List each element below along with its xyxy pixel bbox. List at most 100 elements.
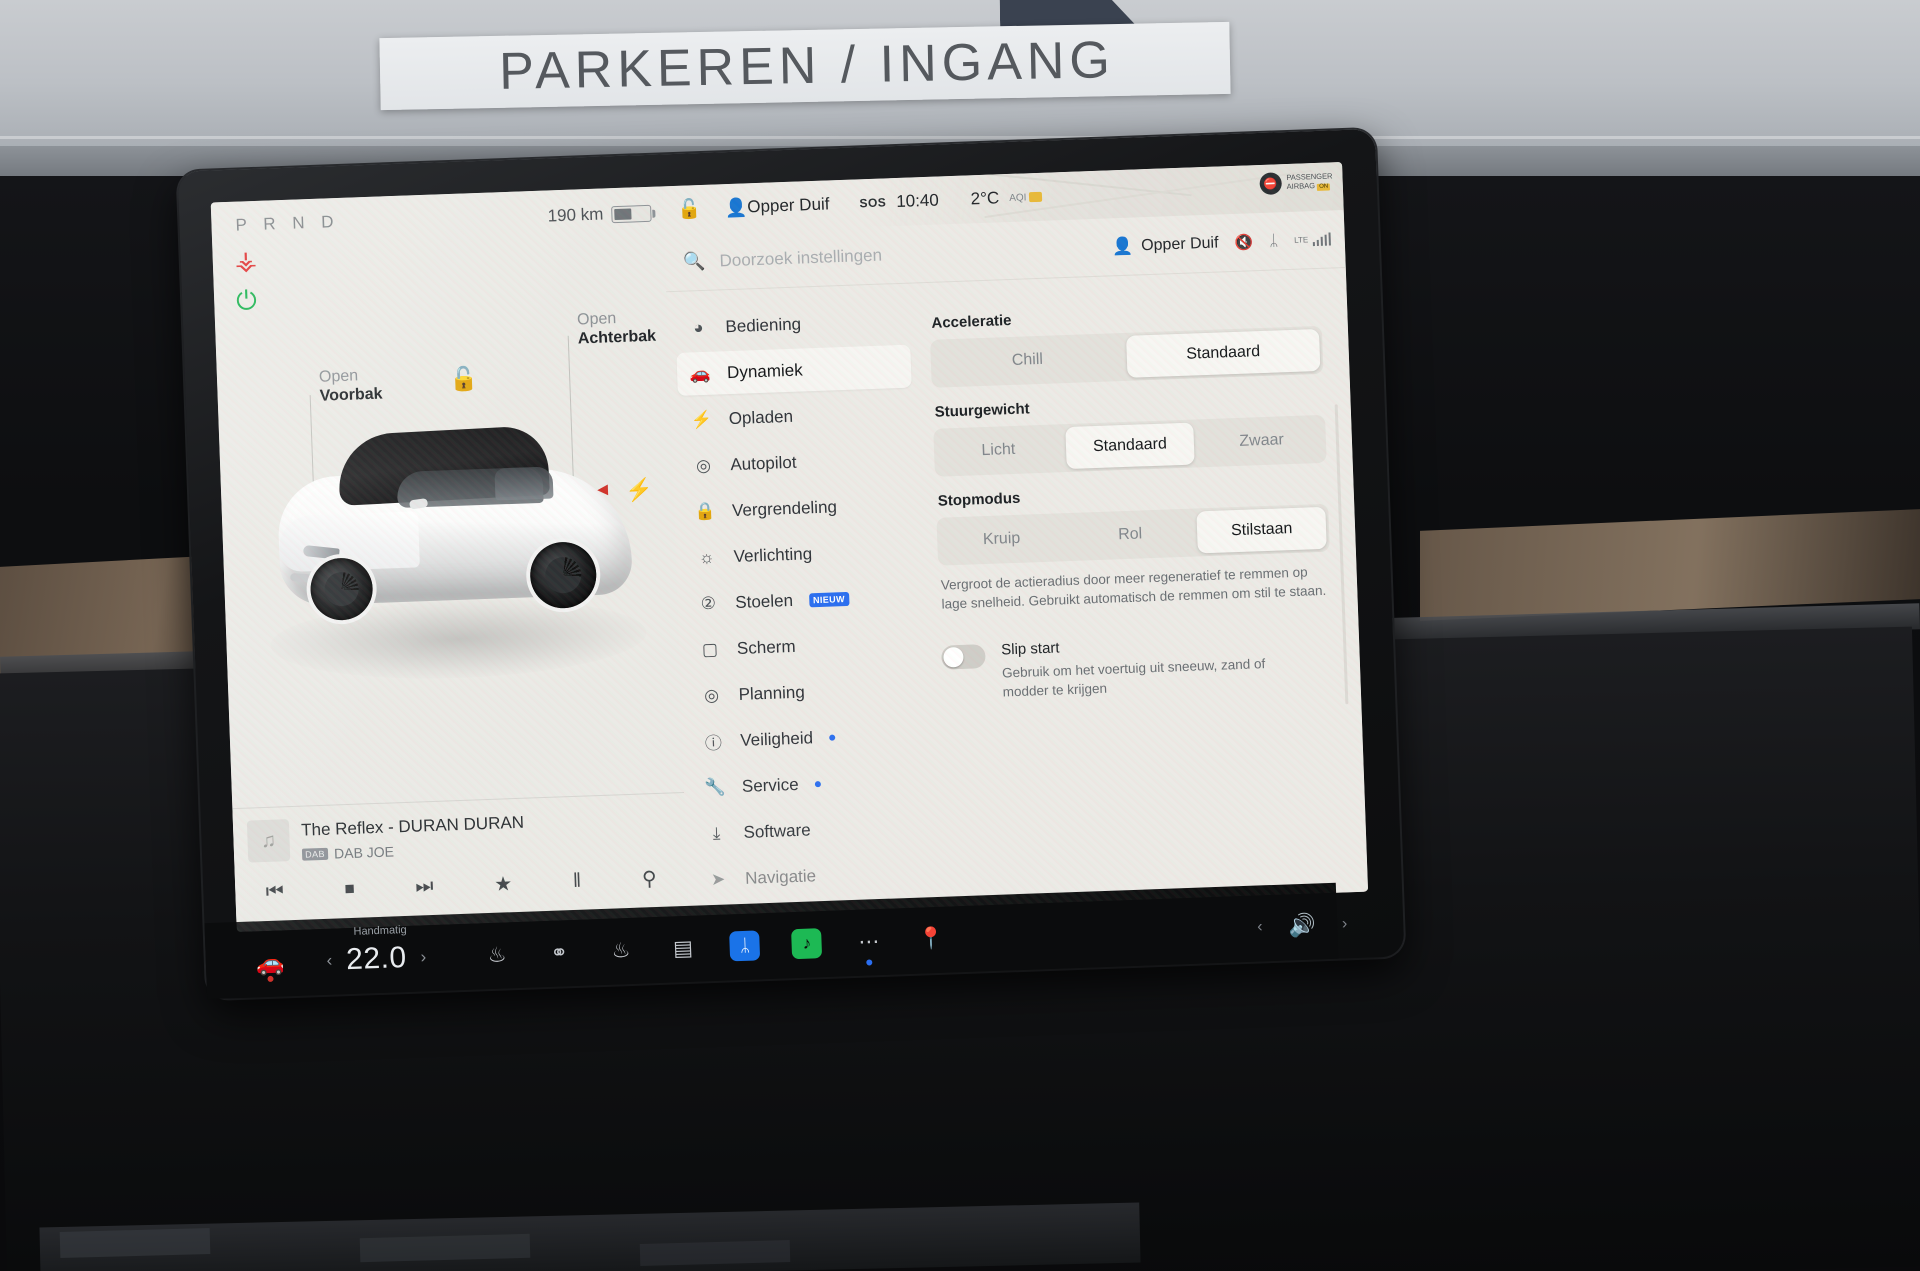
status-icons-group: 🔇 ᛦ LTE bbox=[1234, 230, 1331, 251]
search-input[interactable] bbox=[719, 236, 1113, 271]
menu-item-autopilot[interactable]: ◎ Autopilot bbox=[680, 437, 915, 488]
menu-item-verlichting[interactable]: ☼ Verlichting bbox=[683, 528, 918, 579]
settings-detail-pane: Acceleratie Chill Standaard Stuurgewicht… bbox=[916, 274, 1358, 907]
bluetooth-app-icon[interactable]: ᛦ bbox=[713, 930, 776, 962]
menu-label-bediening: Bediening bbox=[725, 313, 802, 336]
favorite-button[interactable]: ★ bbox=[494, 871, 513, 897]
display-icon: ▢ bbox=[701, 639, 719, 659]
steering-option-licht[interactable]: Licht bbox=[933, 424, 1063, 477]
temperature-increase-button[interactable]: › bbox=[420, 947, 426, 967]
stopping-option-kruip[interactable]: Kruip bbox=[936, 513, 1066, 566]
seatbelt-warning-icon: ⚶ bbox=[234, 244, 258, 276]
slip-start-title: Slip start bbox=[1000, 639, 1060, 659]
spotify-app-icon[interactable]: ♪ bbox=[775, 928, 838, 960]
steering-heater-icon[interactable]: ⚭ bbox=[528, 939, 591, 966]
update-dot bbox=[828, 734, 836, 741]
menu-item-planning[interactable]: ◎ Planning bbox=[688, 666, 923, 717]
slip-start-description: Gebruik om het voertuig uit sneeuw, zand… bbox=[1001, 656, 1266, 700]
vehicle-controls-icon[interactable]: 🚗 bbox=[255, 949, 285, 982]
aqi-chip bbox=[1029, 191, 1043, 203]
slip-start-text: Slip start Gebruik om het voertuig uit s… bbox=[1001, 631, 1303, 702]
previous-track-button[interactable]: ⏮ bbox=[265, 880, 284, 904]
slip-start-row: Slip start Gebruik om het voertuig uit s… bbox=[941, 630, 1335, 704]
menu-item-scherm[interactable]: ▢ Scherm bbox=[686, 620, 921, 671]
menu-label-veiligheid: Veiligheid bbox=[739, 727, 814, 750]
driver-profile-name[interactable]: Opper Duif bbox=[747, 194, 830, 217]
menu-item-service[interactable]: 🔧 Service bbox=[691, 758, 926, 809]
settings-menu: ◕ Bediening 🚗 Dynamiek ⚡ Opladen ◎ Autop… bbox=[666, 289, 938, 916]
profile-chip[interactable]: 👤 Opper Duif bbox=[1112, 233, 1219, 257]
settings-scrollbar[interactable] bbox=[1334, 404, 1349, 705]
unlock-status-icon[interactable]: 🔓 bbox=[677, 197, 702, 222]
range-readout: 190 km bbox=[547, 204, 604, 226]
media-controls: ⏮ ⏹ ⏭ ★ ‖ ⚲ bbox=[235, 865, 688, 906]
airbag-state: ON bbox=[1317, 183, 1331, 191]
wrench-icon: 🔧 bbox=[703, 776, 726, 797]
bluetooth-icon[interactable]: ᛦ bbox=[1269, 232, 1279, 249]
navigation-pin-icon[interactable]: 📍 bbox=[899, 926, 962, 952]
person-icon: 👤 bbox=[1111, 236, 1134, 256]
menu-item-navigatie[interactable]: ➤ Navigatie bbox=[694, 850, 929, 901]
airbag-line2: AIRBAG bbox=[1286, 180, 1316, 191]
signal-strength-icon bbox=[1312, 232, 1331, 247]
airbag-off-icon: ⛔ bbox=[1259, 172, 1282, 195]
temperature-decrease-button[interactable]: ‹ bbox=[326, 951, 332, 971]
volume-icon[interactable]: 🔊 bbox=[1288, 912, 1316, 939]
menu-item-opladen[interactable]: ⚡ Opladen bbox=[678, 391, 913, 442]
acceleration-option-standaard[interactable]: Standaard bbox=[1126, 328, 1321, 378]
new-badge: NIEUW bbox=[808, 591, 850, 607]
menu-item-veiligheid[interactable]: ⓘ Veiligheid bbox=[690, 712, 925, 763]
update-dot bbox=[814, 780, 821, 787]
menu-item-dynamiek[interactable]: 🚗 Dynamiek bbox=[676, 344, 912, 396]
menu-label-dynamiek: Dynamiek bbox=[726, 359, 803, 382]
profile-status-icon[interactable]: 👤 bbox=[725, 197, 748, 219]
seat-icon: ② bbox=[700, 593, 717, 613]
steering-option-standaard[interactable]: Standaard bbox=[1064, 422, 1196, 470]
vehicle-pane: P R N D ⚶ ⏻ 190 km Open Voorbak Open Ach… bbox=[210, 186, 689, 933]
menu-label-vergrendeling: Vergrendeling bbox=[731, 496, 838, 520]
menu-label-navigatie: Navigatie bbox=[744, 865, 817, 888]
acceleration-segmented-control: Chill Standaard bbox=[930, 325, 1324, 388]
trunk-callout-action: Open bbox=[576, 310, 617, 329]
aqi-indicator[interactable]: AQI bbox=[1009, 191, 1043, 203]
menu-item-bediening[interactable]: ◕ Bediening bbox=[675, 299, 910, 350]
stopping-option-rol[interactable]: Rol bbox=[1065, 509, 1195, 562]
trunk-callout[interactable]: Open Achterbak bbox=[577, 309, 657, 350]
car-icon: 🚗 bbox=[689, 363, 712, 384]
seat-heater-icon[interactable]: ♨ bbox=[466, 941, 529, 968]
frunk-callout[interactable]: Open Voorbak bbox=[319, 367, 383, 407]
menu-item-software[interactable]: ⤓ Software bbox=[693, 804, 928, 855]
stop-button[interactable]: ⏹ bbox=[344, 878, 355, 901]
clock-icon: ◎ bbox=[703, 685, 720, 705]
dab-badge: DAB bbox=[301, 847, 329, 861]
search-icon: 🔍 bbox=[682, 250, 706, 272]
shield-icon: ⓘ bbox=[704, 733, 723, 754]
front-defrost-icon[interactable]: ♨ bbox=[590, 937, 653, 964]
toggle-icon: ◕ bbox=[692, 317, 704, 337]
slip-start-toggle[interactable] bbox=[941, 644, 986, 670]
dock-icon-group: ♨ ⚭ ♨ ▤ ᛦ ♪ ⋯ 📍 bbox=[466, 923, 963, 971]
profile-chip-name: Opper Duif bbox=[1140, 234, 1219, 254]
stopping-option-stilstaan[interactable]: Stilstaan bbox=[1196, 506, 1327, 554]
menu-item-stoelen[interactable]: ② Stoelen NIEUW bbox=[685, 574, 920, 625]
regen-limited-icon: ⏻ bbox=[235, 284, 258, 316]
steering-option-zwaar[interactable]: Zwaar bbox=[1196, 415, 1326, 468]
next-track-button[interactable]: ⏭ bbox=[415, 875, 434, 899]
unlock-icon[interactable]: 🔓 bbox=[449, 365, 479, 393]
volume-increase-button[interactable]: › bbox=[1342, 915, 1348, 933]
equalizer-button[interactable]: ‖ bbox=[573, 870, 582, 893]
mute-microphone-icon[interactable]: 🔇 bbox=[1234, 233, 1253, 252]
menu-item-vergrendeling[interactable]: 🔒 Vergrendeling bbox=[681, 483, 916, 534]
outside-temperature: 2°C bbox=[970, 188, 1000, 209]
search-media-button[interactable]: ⚲ bbox=[642, 866, 658, 892]
vehicle-illustration[interactable] bbox=[257, 417, 666, 685]
more-apps-icon[interactable]: ⋯ bbox=[837, 928, 900, 966]
console-reflection-a bbox=[59, 1228, 211, 1258]
menu-label-service: Service bbox=[741, 774, 799, 796]
temperature-value[interactable]: 22.0 bbox=[346, 941, 408, 977]
acceleration-option-chill[interactable]: Chill bbox=[930, 333, 1125, 388]
sos-button[interactable]: SOS bbox=[859, 195, 886, 210]
rear-defrost-icon[interactable]: ▤ bbox=[652, 935, 715, 962]
volume-decrease-button[interactable]: ‹ bbox=[1257, 918, 1263, 936]
media-source: DAB DAB JOE bbox=[301, 843, 394, 862]
